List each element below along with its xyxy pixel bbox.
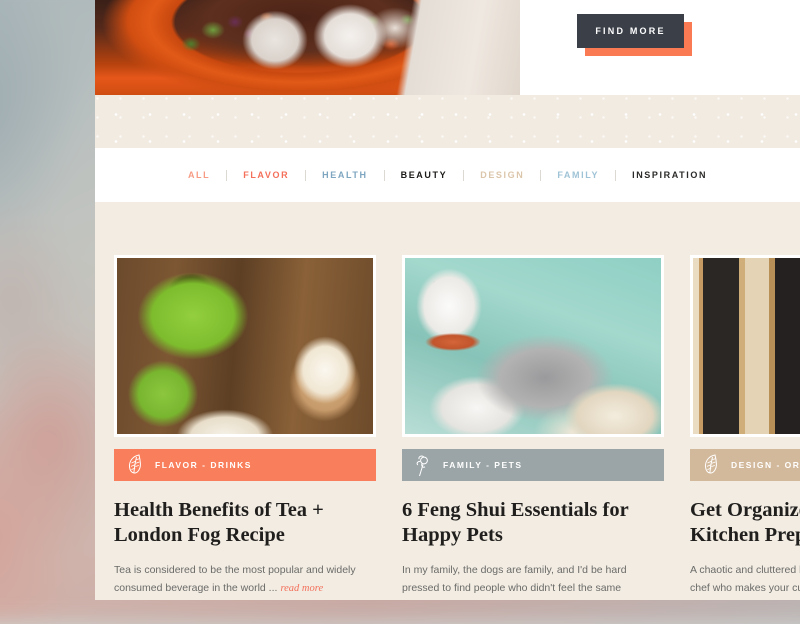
category-badge[interactable]: FAMILY - PETS [402, 449, 664, 481]
leaf-icon [704, 454, 717, 474]
category-nav: ALL FLAVOR HEALTH BEAUTY DESIGN FAMILY I… [95, 148, 800, 202]
article-excerpt-text: A chaotic and cluttered kitchen can frus… [690, 564, 800, 594]
nav-item-inspiration[interactable]: INSPIRATION [616, 170, 723, 180]
article-excerpt: Tea is considered to be the most popular… [114, 561, 376, 598]
category-badge[interactable]: FLAVOR - DRINKS [114, 449, 376, 481]
category-badge-label: DESIGN - ORGANIZE [731, 460, 800, 470]
read-more-link[interactable]: read more [280, 583, 323, 594]
find-more-button[interactable]: FIND MORE [577, 14, 684, 48]
article-thumbnail[interactable] [402, 255, 664, 437]
article-card: FAMILY - PETS 6 Feng Shui Essentials for… [402, 255, 664, 600]
article-thumbnail[interactable] [114, 255, 376, 437]
article-title[interactable]: Get Organized: Clear Your Kitchen Prep [690, 498, 800, 548]
nav-item-all[interactable]: ALL [172, 170, 226, 180]
dogs-photo [405, 258, 661, 434]
category-badge[interactable]: DESIGN - ORGANIZE [690, 449, 800, 481]
article-excerpt-text: In my family, the dogs are family, and I… [402, 564, 627, 594]
article-grid: FLAVOR - DRINKS Health Benefits of Tea +… [95, 255, 800, 600]
decorative-dot-band [95, 95, 800, 148]
article-title[interactable]: 6 Feng Shui Essentials for Happy Pets [402, 498, 664, 548]
category-badge-label: FLAVOR - DRINKS [155, 460, 252, 470]
article-thumbnail[interactable] [690, 255, 800, 437]
find-more-button-group: FIND MORE [577, 14, 692, 56]
hero-section: FIND MORE [95, 0, 800, 95]
nav-item-flavor[interactable]: FLAVOR [227, 170, 305, 180]
nav-item-family[interactable]: FAMILY [541, 170, 615, 180]
article-title[interactable]: Health Benefits of Tea + London Fog Reci… [114, 498, 376, 548]
webpage-panel: FIND MORE ALL FLAVOR HEALTH BEAUTY DESIG… [95, 0, 800, 600]
tea-photo [117, 258, 373, 434]
nav-item-beauty[interactable]: BEAUTY [385, 170, 464, 180]
category-badge-label: FAMILY - PETS [443, 460, 523, 470]
article-excerpt: A chaotic and cluttered kitchen can frus… [690, 561, 800, 598]
article-grid-section: FLAVOR - DRINKS Health Benefits of Tea +… [95, 202, 800, 600]
flower-icon [416, 455, 428, 477]
knives-photo [693, 258, 800, 434]
article-card: FLAVOR - DRINKS Health Benefits of Tea +… [114, 255, 376, 600]
nav-item-design[interactable]: DESIGN [464, 170, 540, 180]
nav-item-health[interactable]: HEALTH [306, 170, 383, 180]
category-nav-list: ALL FLAVOR HEALTH BEAUTY DESIGN FAMILY I… [172, 169, 723, 181]
leaf-icon [128, 454, 141, 474]
hero-photo [95, 0, 520, 95]
article-excerpt: In my family, the dogs are family, and I… [402, 561, 664, 600]
article-card: DESIGN - ORGANIZE Get Organized: Clear Y… [690, 255, 800, 600]
